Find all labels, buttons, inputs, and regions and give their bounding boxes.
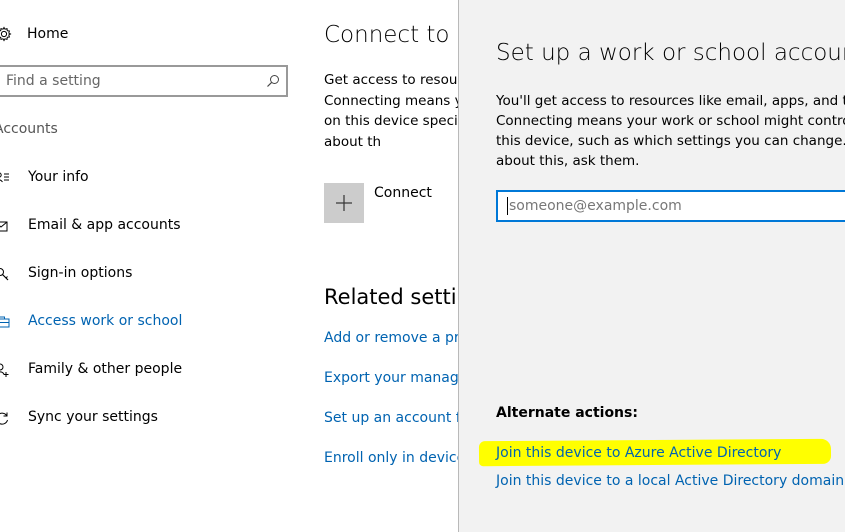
section-header-accounts: Accounts bbox=[0, 121, 58, 137]
sidebar-item-label: Email & app accounts bbox=[28, 217, 181, 233]
home-label: Home bbox=[27, 26, 69, 42]
dialog-description: You'll get access to resources like emai… bbox=[496, 93, 845, 169]
contact-card-icon bbox=[0, 172, 9, 183]
page-title: Connect to w bbox=[324, 22, 476, 48]
related-settings-heading: Related settin bbox=[324, 285, 470, 309]
sidebar-item-sign-in-options[interactable]: Sign-in options bbox=[0, 262, 290, 286]
settings-sidebar: Home Accounts Your info Email & app acco… bbox=[0, 0, 300, 532]
connect-label[interactable]: Connect bbox=[374, 185, 432, 201]
sidebar-item-label: Sign-in options bbox=[28, 265, 133, 281]
connect-button[interactable] bbox=[324, 183, 364, 223]
sync-icon bbox=[0, 412, 8, 425]
sidebar-item-sync-your-settings[interactable]: Sync your settings bbox=[0, 406, 290, 430]
dialog-title: Set up a work or school account bbox=[496, 40, 845, 66]
key-icon bbox=[0, 268, 9, 281]
search-icon[interactable] bbox=[266, 74, 280, 88]
person-add-icon bbox=[0, 363, 9, 377]
sidebar-item-label: Family & other people bbox=[28, 361, 183, 377]
related-link-export-management-logs[interactable]: Export your manage bbox=[324, 370, 467, 386]
email-field-container bbox=[496, 190, 845, 222]
join-azure-ad-link[interactable]: Join this device to Azure Active Directo… bbox=[496, 445, 781, 461]
sidebar-item-label: Sync your settings bbox=[28, 409, 158, 425]
sidebar-item-home[interactable]: Home bbox=[0, 22, 290, 46]
search-box bbox=[0, 65, 288, 97]
mail-icon bbox=[0, 221, 8, 232]
sidebar-item-your-info[interactable]: Your info bbox=[0, 166, 290, 190]
related-link-add-remove-provisioning[interactable]: Add or remove a pro bbox=[324, 330, 468, 346]
alternate-actions-heading: Alternate actions: bbox=[496, 405, 638, 421]
briefcase-icon bbox=[0, 316, 10, 328]
email-field[interactable] bbox=[498, 192, 845, 220]
gear-icon bbox=[0, 26, 12, 42]
sidebar-item-access-work-or-school[interactable]: Access work or school bbox=[0, 310, 290, 334]
search-input[interactable] bbox=[0, 67, 250, 95]
sidebar-item-email-app-accounts[interactable]: Email & app accounts bbox=[0, 214, 290, 238]
related-link-enroll-device-management[interactable]: Enroll only in device bbox=[324, 450, 465, 466]
work-school-account-dialog: Set up a work or school account You'll g… bbox=[458, 0, 845, 532]
sidebar-item-family-other-people[interactable]: Family & other people bbox=[0, 358, 290, 382]
related-link-set-up-test-account[interactable]: Set up an account fo bbox=[324, 410, 469, 426]
plus-icon bbox=[336, 195, 352, 211]
sidebar-item-label: Your info bbox=[28, 169, 89, 185]
sidebar-item-label: Access work or school bbox=[28, 313, 183, 329]
join-local-ad-domain-link[interactable]: Join this device to a local Active Direc… bbox=[496, 473, 844, 489]
text-cursor bbox=[507, 197, 508, 215]
